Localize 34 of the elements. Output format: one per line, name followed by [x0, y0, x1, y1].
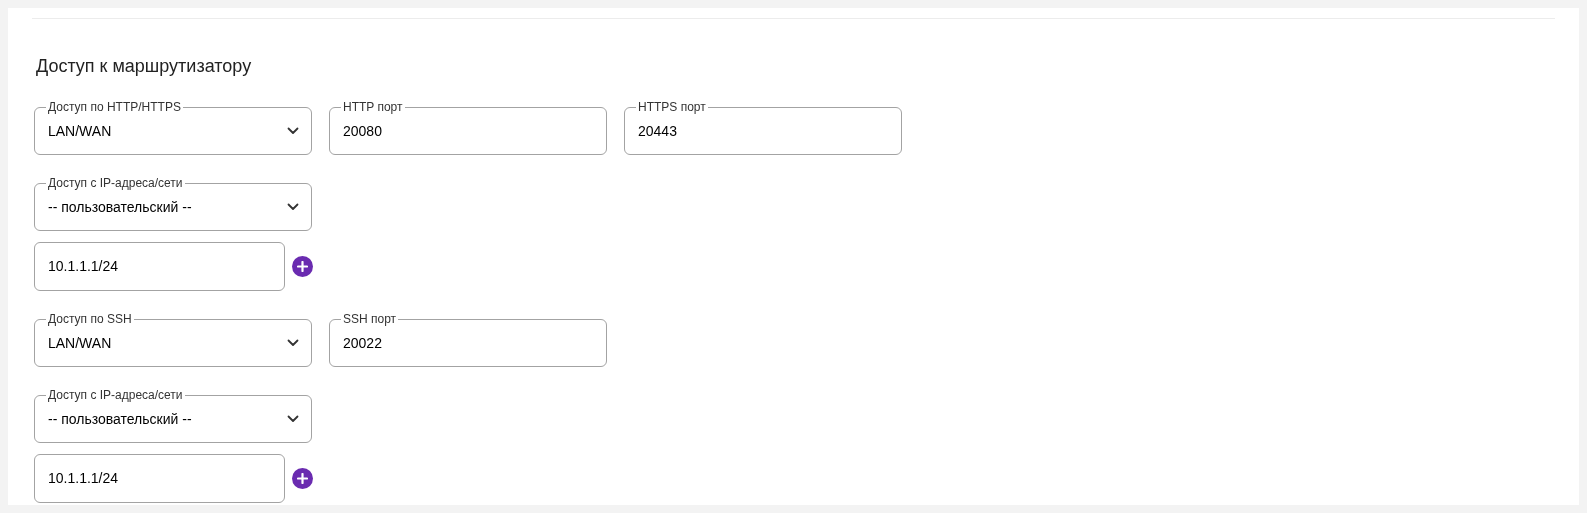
section-heading: Доступ к маршрутизатору [36, 55, 253, 78]
selected-value: LAN/WAN [48, 333, 112, 353]
chevron-down-icon [287, 415, 299, 423]
dropdown[interactable]: Доступ по SSH LAN/WAN [34, 312, 312, 367]
plus-icon [297, 261, 308, 272]
field-label: Доступ по HTTP/HTTPS [47, 100, 182, 114]
dropdown[interactable]: Доступ с IP-адреса/сети -- пользовательский -- [34, 176, 312, 231]
field-label: Доступ с IP-адреса/сети [47, 176, 184, 190]
add-button[interactable] [292, 256, 313, 277]
plus-icon [297, 473, 308, 484]
input-field[interactable]: SSH порт 20022 [329, 312, 607, 367]
chevron-down-icon [287, 203, 299, 211]
field-label: Доступ по SSH [47, 312, 133, 326]
input-field[interactable]: 10.1.1.1/24 [34, 454, 285, 503]
dropdown[interactable]: Доступ с IP-адреса/сети -- пользовательский -- [34, 388, 312, 443]
selected-value: LAN/WAN [48, 121, 112, 141]
input-field[interactable]: HTTP порт 20080 [329, 100, 607, 155]
chevron-down-icon [287, 339, 299, 347]
field-value: 10.1.1.1/24 [48, 257, 119, 276]
selected-value: -- пользовательский -- [48, 197, 192, 217]
input-field[interactable]: 10.1.1.1/24 [34, 242, 285, 291]
input-field[interactable]: HTTPS порт 20443 [624, 100, 902, 155]
field-label: SSH порт [342, 312, 398, 326]
field-label: Доступ с IP-адреса/сети [47, 388, 184, 402]
field-value: 20443 [638, 121, 678, 141]
field-value: 20022 [343, 333, 383, 353]
field-value: 20080 [343, 121, 383, 141]
selected-value: -- пользовательский -- [48, 409, 192, 429]
field-label: HTTP порт [342, 100, 404, 114]
dropdown[interactable]: Доступ по HTTP/HTTPS LAN/WAN [34, 100, 312, 155]
add-button[interactable] [292, 468, 313, 489]
chevron-down-icon [287, 127, 299, 135]
field-value: 10.1.1.1/24 [48, 469, 119, 488]
field-label: HTTPS порт [637, 100, 707, 114]
